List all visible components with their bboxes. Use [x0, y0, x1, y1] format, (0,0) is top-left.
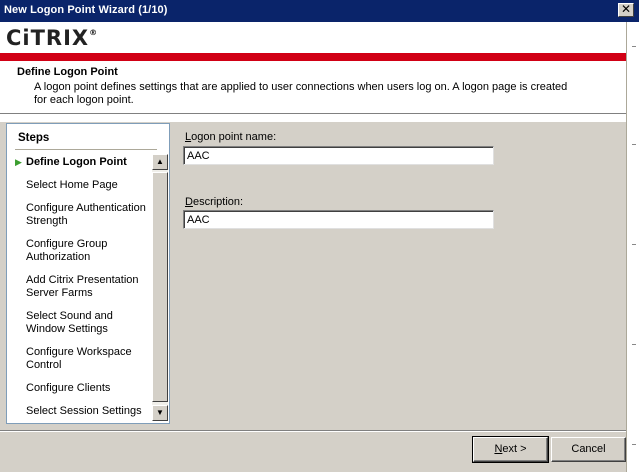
edge-tick [632, 344, 636, 345]
step-configure-workspace-control[interactable]: Configure Workspace Control [26, 346, 151, 372]
scroll-down-button[interactable]: ▼ [152, 405, 168, 421]
step-configure-group-authorization[interactable]: Configure Group Authorization [26, 238, 151, 264]
step-configure-authentication-strength[interactable]: Configure Authentication Strength [26, 202, 151, 228]
logon-point-name-label: Logon point name: [185, 131, 276, 143]
close-button[interactable]: ✕ [618, 3, 634, 17]
window-title: New Logon Point Wizard (1/10) [4, 4, 168, 16]
edge-tick [632, 46, 636, 47]
step-add-presentation-server-farms[interactable]: Add Citrix Presentation Server Farms [26, 274, 151, 300]
step-select-sound-window-settings[interactable]: Select Sound and Window Settings [26, 310, 151, 336]
step-select-home-page[interactable]: Select Home Page [26, 179, 151, 192]
description-label: Description: [185, 196, 243, 208]
scroll-up-button[interactable]: ▲ [152, 154, 168, 170]
edge-tick [632, 244, 636, 245]
arrow-up-icon: ▲ [156, 157, 164, 166]
right-edge-panel [626, 22, 639, 472]
page-description: A logon point defines settings that are … [34, 81, 568, 106]
edge-tick [632, 444, 636, 445]
mnemonic-char: D [185, 196, 193, 208]
steps-scrollbar[interactable]: ▲ ▼ [152, 154, 168, 421]
title-bar[interactable]: New Logon Point Wizard (1/10) ✕ [0, 0, 639, 22]
description-input[interactable] [183, 210, 494, 229]
arrow-down-icon: ▼ [156, 408, 164, 417]
cancel-button[interactable]: Cancel [551, 437, 626, 462]
wizard-window: New Logon Point Wizard (1/10) ✕ CiTRIX® … [0, 0, 639, 472]
header-separator [0, 113, 626, 115]
steps-divider [15, 149, 157, 150]
step-define-logon-point[interactable]: Define Logon Point [26, 156, 151, 169]
steps-panel: Steps ▶ Define Logon Point Select Home P… [6, 123, 170, 424]
logon-point-name-input[interactable] [183, 146, 494, 165]
citrix-logo: CiTRIX® [6, 26, 98, 50]
label-text: ogon point name: [191, 131, 277, 143]
current-step-arrow-icon: ▶ [15, 157, 22, 167]
next-button[interactable]: Next > [472, 436, 549, 463]
step-configure-clients[interactable]: Configure Clients [26, 382, 151, 395]
page-title: Define Logon Point [17, 66, 118, 78]
steps-heading: Steps [18, 132, 50, 144]
logo-registered-mark: ® [89, 28, 99, 37]
brand-bar [0, 53, 626, 61]
step-select-session-settings[interactable]: Select Session Settings [26, 405, 151, 418]
scroll-thumb[interactable] [152, 172, 168, 402]
button-label: ext > [502, 443, 527, 455]
close-icon: ✕ [620, 2, 632, 16]
wizard-header: CiTRIX® Define Logon Point A logon point… [0, 22, 639, 122]
footer-separator [0, 430, 626, 432]
edge-tick [632, 144, 636, 145]
logo-text: CiTRIX [6, 26, 90, 50]
label-text: escription: [192, 196, 244, 208]
